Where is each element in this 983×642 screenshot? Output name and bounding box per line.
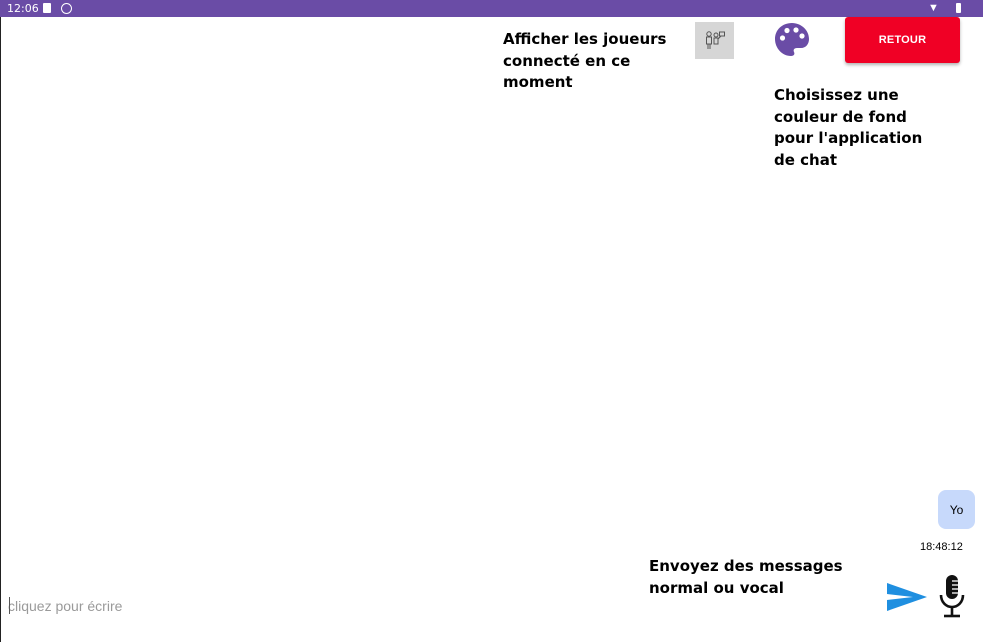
send-icon [887,583,927,611]
wifi-icon: ▼ [928,2,939,14]
back-button[interactable]: RETOUR [845,17,960,63]
players-label: Afficher les joueurs connecté en ce mome… [503,30,667,91]
battery-icon [956,3,961,13]
players-icon [706,31,725,49]
background-color-label: Choisissez une couleur de fond pour l'ap… [774,86,923,169]
status-bar: 12:06 ▼ [0,0,983,17]
mic-icon [939,575,965,618]
left-divider [0,17,1,642]
show-players-button[interactable] [695,22,734,59]
sync-icon [61,3,72,14]
send-button[interactable] [885,579,929,615]
message-input[interactable] [8,594,608,618]
message-timestamp: 18:48:12 [920,541,963,553]
palette-icon [775,23,809,56]
background-color-button[interactable] [773,21,811,59]
message-bubble: Yo [938,490,975,529]
text-cursor [9,597,10,614]
status-time: 12:06 [7,2,39,15]
send-hint-label: Envoyez des messages normal ou vocal [649,557,843,597]
voice-message-button[interactable] [937,574,967,618]
sd-card-icon [43,3,51,13]
